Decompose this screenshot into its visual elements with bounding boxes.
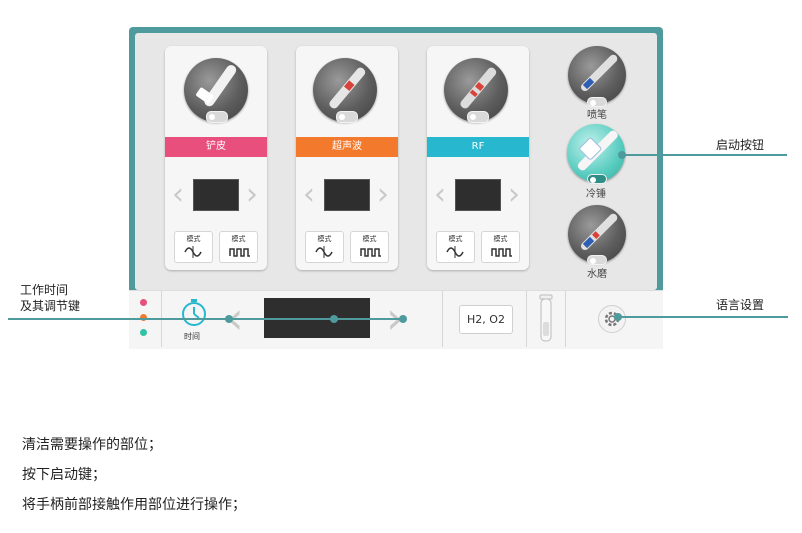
time-annotation-line1: 工作时间: [20, 283, 69, 297]
test-tube-icon[interactable]: [539, 294, 553, 344]
callout-line-start: [622, 154, 787, 156]
callout-dot-language: [614, 313, 622, 321]
handpiece-card-ultrasonic: 超声波 ‹ › 模式 模式: [296, 46, 398, 270]
peeling-label: 铲皮: [165, 137, 267, 157]
timer-label: 时间: [184, 332, 200, 341]
ultrasonic-mode-sine-button[interactable]: 模式: [305, 231, 344, 263]
handpiece-card-peeling: 铲皮 ‹ › 模式 模式: [165, 46, 267, 270]
ultrasonic-mode-pulse-button[interactable]: 模式: [350, 231, 389, 263]
rf-toggle[interactable]: [467, 111, 489, 123]
pulse-wave-icon: [491, 248, 512, 257]
pulse-wave-icon: [360, 248, 381, 257]
mode-label: 模式: [317, 235, 332, 243]
instruction-2: 按下启动键；: [22, 467, 106, 483]
callout-line-time: [8, 318, 406, 320]
language-annotation: 语言设置: [716, 298, 765, 312]
peeling-prev-arrow[interactable]: ‹: [171, 180, 185, 210]
sine-wave-icon: [446, 246, 464, 258]
cold-hammer-label: 冷锤: [586, 189, 606, 200]
callout-dot-time-mid: [330, 315, 338, 323]
rf-prev-arrow[interactable]: ‹: [433, 180, 447, 210]
pulse-wave-icon: [229, 248, 250, 257]
status-dot-pink: [140, 299, 147, 306]
divider: [565, 291, 566, 347]
rf-mode-sine-button[interactable]: 模式: [436, 231, 475, 263]
callout-line-language: [618, 316, 788, 318]
instruction-3: 将手柄前部接触作用部位进行操作；: [22, 497, 246, 513]
status-dot-teal: [140, 329, 147, 336]
ultrasonic-toggle[interactable]: [336, 111, 358, 123]
sine-wave-icon: [184, 246, 202, 258]
stopwatch-icon[interactable]: [178, 296, 210, 328]
mode-label: 模式: [362, 235, 377, 243]
ultrasonic-prev-arrow[interactable]: ‹: [302, 180, 316, 210]
time-annotation-line2: 及其调节键: [20, 299, 81, 313]
rf-next-arrow[interactable]: ›: [507, 180, 521, 210]
peeling-display: [193, 179, 239, 211]
handpiece-card-rf: RF ‹ › 模式 模式: [427, 46, 529, 270]
instruction-1: 清洁需要操作的部位；: [22, 437, 162, 453]
cold-hammer-toggle[interactable]: [587, 174, 607, 184]
peeling-toggle[interactable]: [206, 111, 228, 123]
ultrasonic-display: [324, 179, 370, 211]
callout-dot-time-left: [225, 315, 233, 323]
rf-display: [455, 179, 501, 211]
settings-gear-icon[interactable]: [598, 305, 626, 333]
ultrasonic-next-arrow[interactable]: ›: [376, 180, 390, 210]
callout-dot-time-right: [399, 315, 407, 323]
peeling-mode-sine-button[interactable]: 模式: [174, 231, 213, 263]
start-button-annotation: 启动按钮: [716, 138, 765, 152]
spray-pen-label: 喷笔: [587, 110, 607, 121]
spray-pen-icon[interactable]: [568, 46, 626, 104]
rf-mode-pulse-button[interactable]: 模式: [481, 231, 520, 263]
peeling-next-arrow[interactable]: ›: [245, 180, 259, 210]
mode-label: 模式: [448, 235, 463, 243]
mode-label: 模式: [186, 235, 201, 243]
divider: [526, 291, 527, 347]
mode-label: 模式: [493, 235, 508, 243]
mode-label: 模式: [231, 235, 246, 243]
callout-dot-start: [618, 151, 626, 159]
divider: [442, 291, 443, 347]
peeling-mode-pulse-button[interactable]: 模式: [219, 231, 258, 263]
ultrasonic-label: 超声波: [296, 137, 398, 157]
sine-wave-icon: [315, 246, 333, 258]
water-polish-label: 水磨: [587, 269, 607, 280]
rf-label: RF: [427, 137, 529, 157]
gas-button[interactable]: H2, O2: [459, 305, 513, 334]
water-polish-toggle[interactable]: [587, 255, 607, 265]
